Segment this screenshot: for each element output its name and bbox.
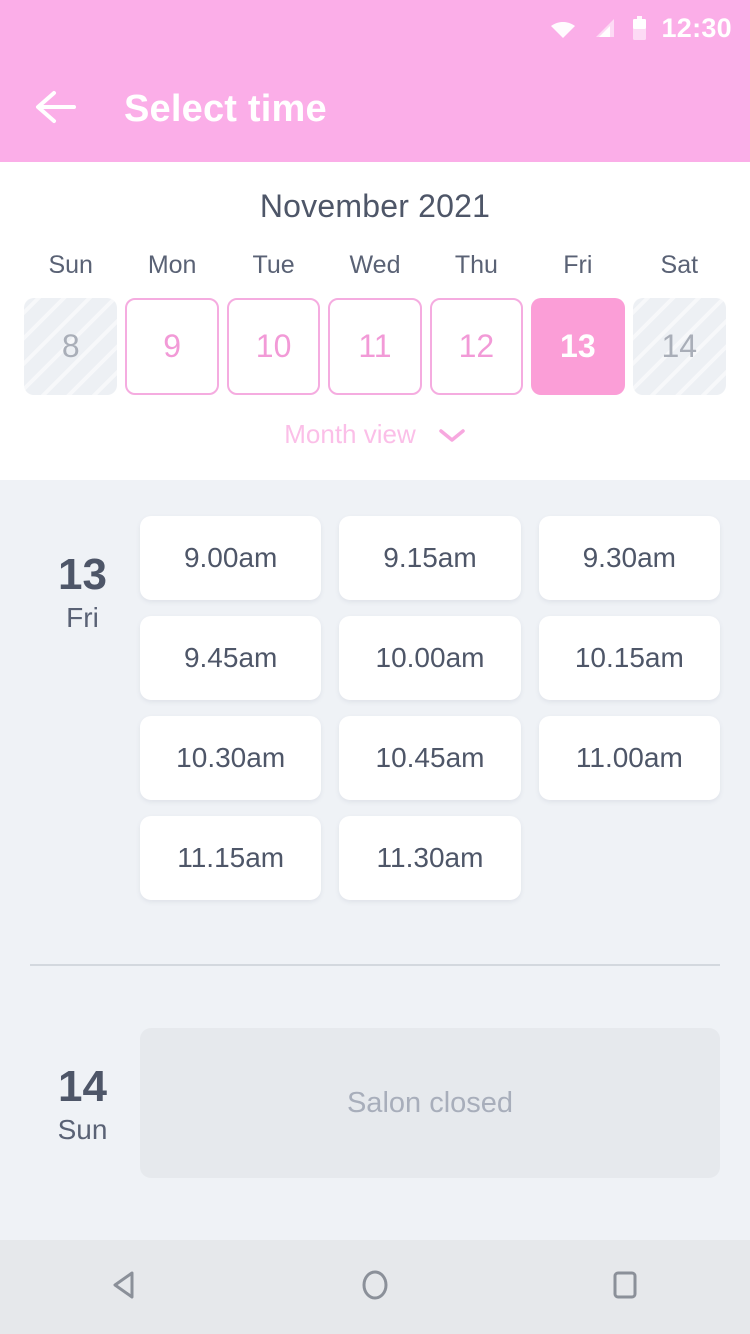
day-name: Sat (660, 251, 699, 279)
day-weekday: Fri (66, 602, 99, 634)
time-slot[interactable]: 10.45am (339, 716, 521, 800)
day-number: 13 (58, 550, 107, 599)
status-bar-clock: 12:30 (661, 12, 732, 43)
time-slot[interactable]: 10.00am (339, 616, 521, 700)
calendar-day-names: Sun Mon Tue Wed Thu Fri Sat (0, 251, 750, 298)
day-name: Fri (563, 251, 593, 279)
nav-recents-button[interactable] (580, 1242, 670, 1332)
time-slot[interactable]: 9.15am (339, 516, 521, 600)
back-triangle-icon (107, 1267, 143, 1308)
day-block-14: 14 Sun Salon closed (0, 1028, 750, 1178)
page-title: Select time (124, 87, 327, 130)
day-name: Thu (454, 251, 498, 279)
calendar-date-9[interactable]: 9 (125, 298, 219, 395)
status-bar-icons (550, 15, 647, 41)
time-slot[interactable]: 9.00am (140, 516, 322, 600)
salon-closed-card: Salon closed (140, 1028, 720, 1178)
time-slots-section: 13 Fri 9.00am 9.15am 9.30am 9.45am 10.00… (0, 480, 750, 1240)
calendar-month-title: November 2021 (259, 188, 491, 224)
recents-square-icon (607, 1267, 643, 1308)
day-weekday: Sun (57, 1114, 108, 1146)
nav-back-button[interactable] (80, 1242, 170, 1332)
time-slot[interactable]: 10.30am (140, 716, 322, 800)
day-label-14: 14 Sun (30, 1028, 135, 1178)
battery-icon (632, 15, 647, 41)
time-slot[interactable]: 9.30am (538, 516, 720, 600)
calendar-date-13[interactable]: 13 (531, 298, 625, 395)
day-name: Tue (252, 251, 295, 279)
calendar-dates-row: 8 9 10 11 12 13 14 (0, 298, 750, 395)
time-slot[interactable]: 10.15am (538, 616, 720, 700)
status-bar: 12:30 (0, 0, 750, 56)
month-view-toggle[interactable]: Month view (0, 395, 750, 480)
chevron-down-icon (438, 427, 466, 443)
day-block-13: 13 Fri 9.00am 9.15am 9.30am 9.45am 10.00… (0, 516, 750, 900)
day-label-13: 13 Fri (30, 516, 135, 900)
time-slot[interactable]: 9.45am (140, 616, 322, 700)
slot-grid: 9.00am 9.15am 9.30am 9.45am 10.00am 10.1… (135, 516, 720, 900)
nav-home-button[interactable] (330, 1242, 420, 1332)
home-circle-icon (357, 1267, 393, 1308)
calendar-strip: November 2021 Sun Mon Tue Wed Thu Fri Sa… (0, 162, 750, 480)
back-arrow-icon (34, 89, 78, 130)
day-number: 14 (58, 1062, 107, 1111)
android-nav-bar (0, 1240, 750, 1334)
phone-screen: 12:30 Select time November 2021 Sun Mon … (0, 0, 750, 1334)
calendar-date-14: 14 (632, 298, 726, 395)
calendar-date-12[interactable]: 12 (429, 298, 524, 395)
time-slot[interactable]: 11.15am (140, 816, 322, 900)
back-button[interactable] (30, 83, 82, 135)
calendar-date-11[interactable]: 11 (328, 298, 422, 395)
day-name: Wed (349, 251, 401, 279)
day-name: Mon (147, 251, 197, 279)
time-slot[interactable]: 11.30am (339, 816, 521, 900)
calendar-date-8: 8 (24, 298, 118, 395)
app-bar: Select time (0, 56, 750, 162)
month-view-label: Month view (284, 419, 416, 449)
calendar-date-10[interactable]: 10 (226, 298, 321, 395)
time-slot[interactable]: 11.00am (538, 716, 720, 800)
signal-icon (592, 17, 616, 39)
wifi-icon (550, 17, 576, 39)
day-name: Sun (48, 251, 93, 279)
section-divider (30, 964, 720, 966)
